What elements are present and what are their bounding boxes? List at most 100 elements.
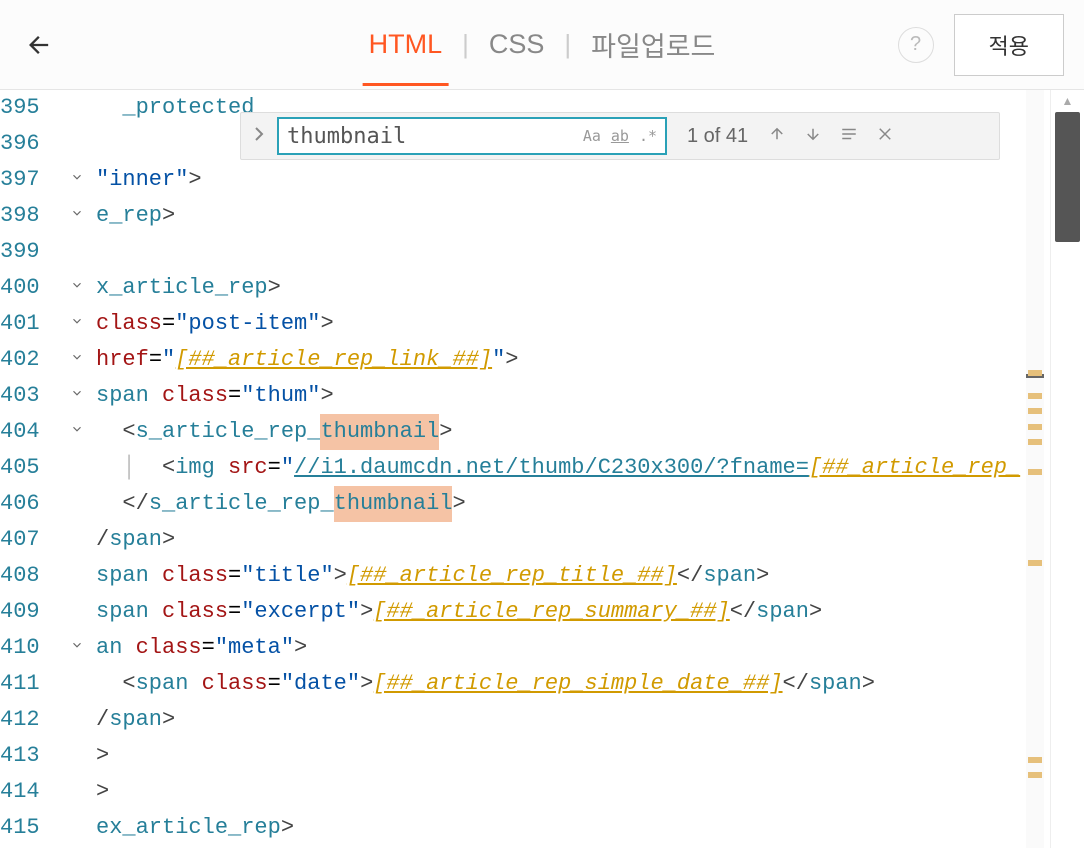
line-number: 402 (0, 342, 58, 378)
overview-mark[interactable] (1028, 757, 1042, 763)
search-input[interactable] (287, 124, 583, 149)
fold-toggle[interactable] (70, 342, 96, 378)
fold-toggle[interactable] (70, 378, 96, 414)
menu-icon (840, 125, 858, 143)
overview-mark[interactable] (1028, 393, 1042, 399)
fold-toggle[interactable] (70, 270, 96, 306)
code-line[interactable]: span class="excerpt">[##_article_rep_sum… (96, 594, 1084, 630)
line-number: 398 (0, 198, 58, 234)
chevron-down-icon (70, 414, 84, 450)
divider: | (560, 29, 575, 60)
selection-filter-button[interactable] (840, 125, 858, 148)
line-number: 403 (0, 378, 58, 414)
overview-ruler[interactable] (1026, 90, 1044, 848)
overview-mark[interactable] (1028, 469, 1042, 475)
arrow-up-icon (768, 125, 786, 143)
tab-file-upload[interactable]: 파일업로드 (575, 15, 731, 74)
code-line[interactable]: e_rep> (96, 198, 1084, 234)
chevron-down-icon (70, 378, 84, 414)
scroll-thumb[interactable] (1055, 112, 1080, 242)
arrow-down-icon (804, 125, 822, 143)
overview-mark[interactable] (1028, 772, 1042, 778)
code-line[interactable] (96, 234, 1084, 270)
code-line[interactable]: an class="meta"> (96, 630, 1084, 666)
code-line[interactable]: class="post-item"> (96, 306, 1084, 342)
search-expand-toggle[interactable] (249, 126, 269, 147)
code-line[interactable]: span class="title">[##_article_rep_title… (96, 558, 1084, 594)
code-line[interactable]: > (96, 738, 1084, 774)
code-line[interactable]: │ <img src="//i1.daumcdn.net/thumb/C230x… (96, 450, 1084, 486)
prev-match-button[interactable] (768, 125, 786, 148)
fold-toggle (70, 810, 96, 846)
code-line[interactable]: x_article_rep> (96, 270, 1084, 306)
fold-toggle[interactable] (70, 414, 96, 450)
fold-toggle (70, 558, 96, 594)
line-number: 399 (0, 234, 58, 270)
overview-mark[interactable] (1028, 439, 1042, 445)
code-line[interactable]: /span> (96, 702, 1084, 738)
code-line[interactable]: span class="thum"> (96, 378, 1084, 414)
chevron-right-icon (253, 126, 265, 142)
line-number: 397 (0, 162, 58, 198)
fold-toggle (70, 594, 96, 630)
overview-mark[interactable] (1028, 560, 1042, 566)
editor[interactable]: Aa ab .* 1 of 41 39539639739839940040140… (0, 90, 1084, 848)
apply-button[interactable]: 적용 (954, 14, 1064, 76)
chevron-down-icon (70, 630, 84, 666)
line-number: 395 (0, 90, 58, 126)
line-number: 401 (0, 306, 58, 342)
code-line[interactable]: </s_article_rep_thumbnail> (96, 486, 1084, 522)
tab-css[interactable]: CSS (473, 19, 561, 70)
fold-toggle[interactable] (70, 306, 96, 342)
overview-mark[interactable] (1028, 370, 1042, 376)
overview-mark[interactable] (1028, 408, 1042, 414)
fold-toggle[interactable] (70, 198, 96, 234)
code-area[interactable]: 3953963973983994004014024034044054064074… (0, 90, 1084, 848)
regex-toggle[interactable]: .* (639, 127, 657, 145)
line-number: 396 (0, 126, 58, 162)
fold-toggle[interactable] (70, 162, 96, 198)
next-match-button[interactable] (804, 125, 822, 148)
line-number: 410 (0, 630, 58, 666)
tab-html[interactable]: HTML (353, 19, 459, 70)
search-options: Aa ab .* (583, 127, 657, 145)
fold-toggle (70, 486, 96, 522)
line-number: 406 (0, 486, 58, 522)
line-number: 408 (0, 558, 58, 594)
search-nav (768, 125, 894, 148)
header-actions: ? 적용 (898, 14, 1064, 76)
code-line[interactable]: "inner"> (96, 162, 1084, 198)
match-case-toggle[interactable]: Aa (583, 127, 601, 145)
vertical-scrollbar[interactable]: ▲ (1050, 90, 1084, 848)
search-count: 1 of 41 (675, 125, 760, 148)
line-number: 409 (0, 594, 58, 630)
fold-toggle[interactable] (70, 630, 96, 666)
overview-mark[interactable] (1028, 424, 1042, 430)
search-input-wrap: Aa ab .* (277, 117, 667, 155)
help-button[interactable]: ? (898, 27, 934, 63)
back-button[interactable] (20, 25, 60, 65)
divider: | (458, 29, 473, 60)
fold-toggle (70, 774, 96, 810)
arrow-left-icon (26, 31, 54, 59)
line-number: 405 (0, 450, 58, 486)
code-line[interactable]: /span> (96, 522, 1084, 558)
search-bar: Aa ab .* 1 of 41 (240, 112, 1000, 160)
code-line[interactable]: <span class="date">[##_article_rep_simpl… (96, 666, 1084, 702)
code-line[interactable]: > (96, 774, 1084, 810)
line-number: 407 (0, 522, 58, 558)
whole-word-toggle[interactable]: ab (611, 127, 629, 145)
fold-toggle (70, 738, 96, 774)
fold-toggle (70, 126, 96, 162)
code-line[interactable]: ex_article_rep> (96, 810, 1084, 846)
code-line[interactable]: <s_article_rep_thumbnail> (96, 414, 1084, 450)
fold-toggle (70, 90, 96, 126)
header: HTML | CSS | 파일업로드 ? 적용 (0, 0, 1084, 90)
code-line[interactable]: href="[##_article_rep_link_##]"> (96, 342, 1084, 378)
line-number: 414 (0, 774, 58, 810)
close-icon (876, 125, 894, 143)
fold-toggle (70, 234, 96, 270)
scroll-up-arrow[interactable]: ▲ (1051, 90, 1084, 112)
fold-toggle (70, 522, 96, 558)
close-search-button[interactable] (876, 125, 894, 148)
